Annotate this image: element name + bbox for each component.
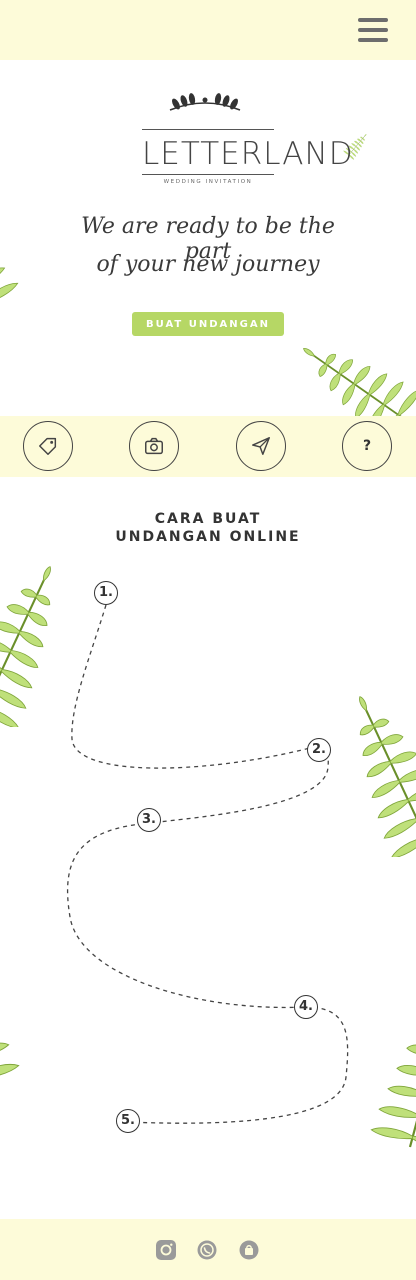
step-number-2: 2. [307, 738, 331, 762]
pricing-button[interactable] [23, 421, 73, 471]
logo-rule-bottom [142, 174, 274, 175]
logo-subtitle: WEDDING INVITATION [163, 179, 253, 185]
steps-section: CARA BUAT UNDANGAN ONLINE 1. 2. 3. 4. 5. [0, 477, 416, 1219]
tag-icon [39, 437, 57, 455]
instagram-icon[interactable] [156, 1240, 176, 1260]
feature-icon-bar: ? [0, 416, 416, 477]
buat-undangan-button[interactable]: BUAT UNDANGAN [132, 312, 284, 336]
step-number-5: 5. [116, 1109, 140, 1133]
laurel-wreath-icon [169, 93, 241, 111]
dashed-path [66, 604, 349, 1124]
shop-bag-icon[interactable] [239, 1240, 259, 1260]
faq-button[interactable]: ? [342, 421, 392, 471]
logo-text: LETTERLAND [142, 136, 354, 172]
step-number-3: 3. [137, 808, 161, 832]
fern-decoration-right-icon [300, 319, 416, 416]
step-number-4: 4. [294, 995, 318, 1019]
question-icon: ? [362, 438, 372, 454]
step-number-1: 1. [94, 581, 118, 605]
logo-rule-top [142, 129, 274, 130]
hero-section: LETTERLAND WEDDING INVITATION We are rea… [0, 60, 416, 416]
paper-plane-icon [252, 437, 270, 455]
hamburger-menu-icon[interactable] [358, 18, 390, 42]
whatsapp-icon[interactable] [197, 1240, 217, 1260]
contact-button[interactable] [236, 421, 286, 471]
tagline-line-2: of your new journey [96, 252, 320, 277]
gallery-button[interactable] [129, 421, 179, 471]
camera-icon [145, 437, 163, 455]
footer [0, 1219, 416, 1280]
top-bar [0, 0, 416, 60]
